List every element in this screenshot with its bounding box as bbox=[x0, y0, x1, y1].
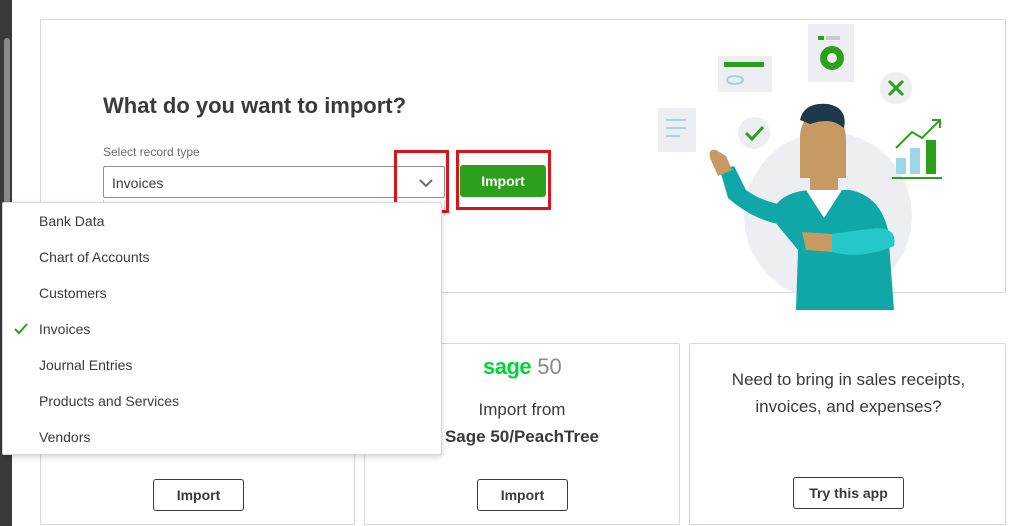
try-this-app-button[interactable]: Try this app bbox=[793, 477, 904, 509]
dropdown-option-vendors[interactable]: Vendors bbox=[3, 419, 441, 455]
record-type-label: Select record type bbox=[103, 145, 200, 159]
record-type-dropdown-menu: Bank Data Chart of Accounts Customers In… bbox=[2, 202, 442, 455]
page-title: What do you want to import? bbox=[103, 93, 407, 118]
sage-50-logo: sage 50 bbox=[483, 354, 562, 380]
record-type-selected-value: Invoices bbox=[112, 175, 164, 191]
highlight-box-import bbox=[456, 150, 551, 210]
dropdown-option-label: Journal Entries bbox=[39, 357, 133, 373]
check-icon bbox=[14, 323, 28, 335]
dropdown-option-label: Invoices bbox=[39, 321, 91, 337]
sage-logo-number: 50 bbox=[537, 354, 562, 379]
import-card-app: Need to bring in sales receipts, invoice… bbox=[689, 343, 1006, 525]
dropdown-option-label: Bank Data bbox=[39, 213, 105, 229]
card-1-import-button[interactable]: Import bbox=[153, 479, 244, 511]
dropdown-option-journal-entries[interactable]: Journal Entries bbox=[3, 347, 441, 383]
dropdown-option-chart-of-accounts[interactable]: Chart of Accounts bbox=[3, 239, 441, 275]
dropdown-option-label: Products and Services bbox=[39, 393, 180, 409]
dropdown-option-customers[interactable]: Customers bbox=[3, 275, 441, 311]
dropdown-option-products-and-services[interactable]: Products and Services bbox=[3, 383, 441, 419]
card-2-import-button[interactable]: Import bbox=[477, 479, 568, 511]
dropdown-option-invoices[interactable]: Invoices bbox=[3, 311, 441, 347]
dropdown-option-label: Customers bbox=[39, 285, 107, 301]
dropdown-option-bank-data[interactable]: Bank Data bbox=[3, 203, 441, 239]
card-3-description: Need to bring in sales receipts, invoice… bbox=[731, 370, 966, 416]
import-person-illustration bbox=[658, 24, 942, 310]
sage-logo-word: sage bbox=[483, 354, 532, 379]
dropdown-option-label: Chart of Accounts bbox=[39, 249, 150, 265]
dropdown-option-label: Vendors bbox=[39, 429, 91, 445]
